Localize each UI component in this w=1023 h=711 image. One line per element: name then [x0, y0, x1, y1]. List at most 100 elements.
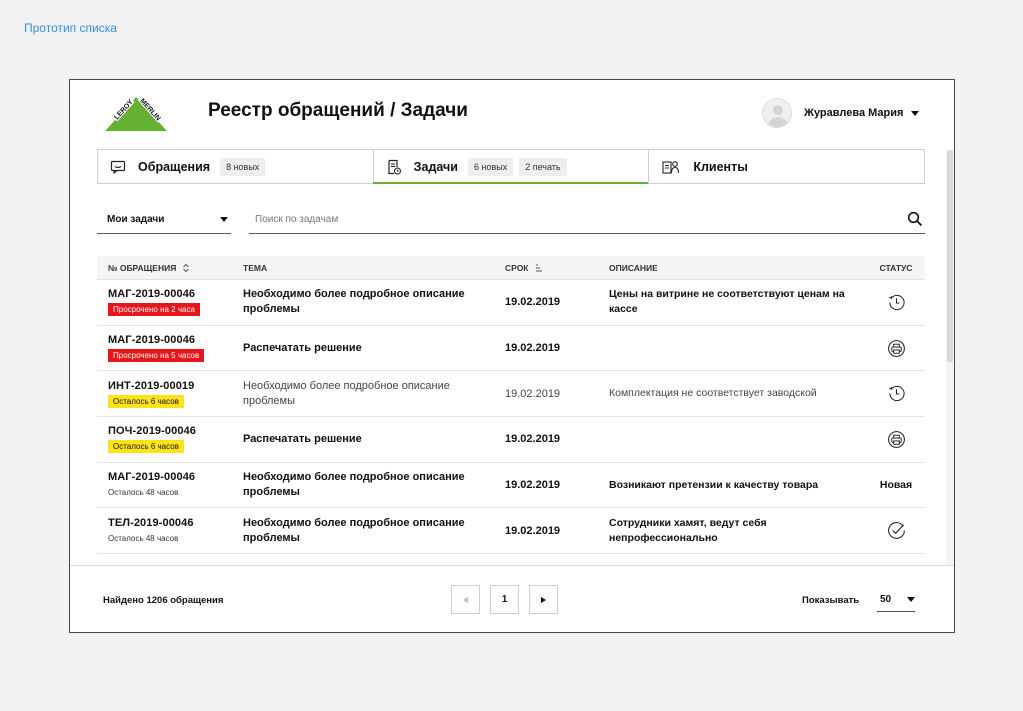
- task-document-icon: [386, 159, 402, 175]
- sort-icon[interactable]: [182, 263, 190, 273]
- clock-icon[interactable]: [887, 384, 906, 403]
- request-id[interactable]: МАГ-2019-00046: [108, 288, 243, 300]
- filter-value: Мои задачи: [107, 214, 164, 225]
- task-filter-select[interactable]: Мои задачи: [97, 205, 231, 234]
- deadline-badge: Осталось 6 часов: [108, 395, 184, 408]
- cell-number: МАГ-2019-00046 Осталось 48 часов: [97, 471, 243, 499]
- tab-badge: 6 новых: [468, 158, 513, 176]
- chat-icon: [110, 159, 126, 175]
- cell-topic: Распечатать решение: [243, 432, 505, 447]
- deadline-badge: Осталось 48 часов: [108, 532, 178, 545]
- scrollbar-thumb[interactable]: [947, 150, 953, 362]
- column-status[interactable]: СТАТУС: [867, 263, 925, 273]
- cell-number: ИНТ-2019-00019 Осталось 6 часов: [97, 380, 243, 408]
- cell-due-date: 19.02.2019: [505, 525, 609, 537]
- user-name[interactable]: Журавлева Мария: [804, 107, 903, 119]
- per-page-label: Показывать: [802, 595, 859, 606]
- results-count: Найдено 1206 обращения: [103, 595, 223, 606]
- cell-status: Новая: [867, 479, 925, 491]
- chevron-left-icon: [463, 597, 468, 603]
- deadline-badge: Осталось 6 часов: [108, 440, 184, 453]
- avatar[interactable]: [762, 98, 792, 128]
- check-circle-icon[interactable]: [887, 521, 906, 540]
- chevron-down-icon[interactable]: [220, 217, 228, 222]
- deadline-badge: Просрочено на 2 часа: [108, 303, 200, 316]
- tab-label: Задачи: [414, 160, 458, 174]
- prev-page-button[interactable]: [451, 585, 480, 614]
- tab-badge: 2 печать: [519, 158, 566, 176]
- user-menu[interactable]: Журавлева Мария: [762, 97, 919, 129]
- column-number[interactable]: № ОБРАЩЕНИЯ: [97, 263, 243, 273]
- cell-number: МАГ-2019-00046 Просрочено на 2 часа: [97, 288, 243, 316]
- table-row[interactable]: ТЕЛ-2019-00046 Осталось 48 часов Необходим…: [97, 508, 925, 554]
- cell-description: Цены на витрине не соответствуют ценам н…: [609, 287, 867, 317]
- cell-number: ТЕЛ-2019-00046 Осталось 48 часов: [97, 517, 243, 545]
- cell-number: МАГ-2019-00046 Просрочено на 5 часов: [97, 334, 243, 362]
- next-page-button[interactable]: [529, 585, 558, 614]
- table-header: № ОБРАЩЕНИЯ ТЕМА СРОК ОПИСАНИЕ СТАТУС: [97, 256, 925, 280]
- app-window: LEROY MERLIN Реестр обращений / Задачи Ж…: [69, 79, 955, 633]
- request-id[interactable]: МАГ-2019-00046: [108, 334, 243, 346]
- cell-due-date: 19.02.2019: [505, 479, 609, 491]
- cell-status: [867, 339, 925, 358]
- cell-topic: Необходимо более подробное описание проб…: [243, 470, 505, 500]
- cell-topic: Распечатать решение: [243, 341, 505, 356]
- page-title: Реестр обращений / Задачи: [208, 100, 468, 122]
- table-footer: Найдено 1206 обращения 1 Показывать 50: [70, 565, 954, 633]
- pagination: 1: [451, 585, 558, 614]
- prototype-title: Прототип списка: [24, 21, 117, 35]
- cell-due-date: 19.02.2019: [505, 342, 609, 354]
- cell-topic: Необходимо более подробное описание проб…: [243, 287, 505, 317]
- table-row[interactable]: ИНТ-2019-00019Осталось 6 часовНеобходимо…: [97, 371, 925, 417]
- table-row[interactable]: МАГ-2019-00046 Просрочено на 5 часов Распе…: [97, 326, 925, 372]
- column-description[interactable]: ОПИСАНИЕ: [609, 263, 867, 273]
- request-id[interactable]: ИНТ-2019-00019: [108, 380, 243, 392]
- column-topic[interactable]: ТЕМА: [243, 263, 505, 273]
- cell-status: [867, 430, 925, 449]
- tab-tasks[interactable]: Задачи 6 новых 2 печать: [373, 150, 649, 183]
- cell-status: [867, 521, 925, 540]
- search-icon[interactable]: [907, 211, 923, 227]
- print-icon[interactable]: [887, 430, 906, 449]
- tab-label: Обращения: [138, 160, 210, 174]
- request-id[interactable]: ПОЧ-2019-00046: [108, 425, 243, 437]
- cell-topic: Необходимо более подробное описание проб…: [243, 516, 505, 546]
- column-label: ОПИСАНИЕ: [609, 263, 658, 273]
- table-row[interactable]: МАГ-2019-00046 Просрочено на 2 часа Необхо…: [97, 280, 925, 326]
- column-label: ТЕМА: [243, 263, 267, 273]
- table-row[interactable]: МАГ-2019-00046 Осталось 48 часов Необходим…: [97, 463, 925, 509]
- column-due[interactable]: СРОК: [505, 263, 609, 273]
- cell-due-date: 19.02.2019: [505, 433, 609, 445]
- cell-status: [867, 384, 925, 403]
- sort-descending-icon[interactable]: [535, 263, 543, 273]
- search-bar: [249, 205, 925, 234]
- cell-due-date: 19.02.2019: [505, 388, 609, 400]
- cell-number: ПОЧ-2019-00046 Осталось 6 часов: [97, 425, 243, 453]
- chevron-down-icon[interactable]: [911, 111, 919, 116]
- tab-requests[interactable]: Обращения 8 новых: [98, 150, 373, 183]
- cell-description: Возникают претензии к качеству товара: [609, 478, 867, 493]
- cell-status: [867, 293, 925, 312]
- cell-due-date: 19.02.2019: [505, 296, 609, 308]
- leroy-merlin-logo[interactable]: LEROY MERLIN: [103, 93, 169, 133]
- request-id[interactable]: МАГ-2019-00046: [108, 471, 243, 483]
- search-input[interactable]: [249, 205, 907, 233]
- column-label: № ОБРАЩЕНИЯ: [108, 263, 176, 273]
- per-page-select[interactable]: 50: [877, 588, 915, 612]
- page-number-button[interactable]: 1: [490, 585, 519, 614]
- table-row[interactable]: ПОЧ-2019-00046 Осталось 6 часов Распечатат…: [97, 417, 925, 463]
- tasks-table: № ОБРАЩЕНИЯ ТЕМА СРОК ОПИСАНИЕ СТАТУС МА…: [97, 256, 925, 554]
- request-id[interactable]: ТЕЛ-2019-00046: [108, 517, 243, 529]
- column-label: СТАТУС: [880, 263, 913, 273]
- deadline-badge: Просрочено на 5 часов: [108, 349, 204, 362]
- chevron-down-icon[interactable]: [907, 597, 915, 602]
- cell-description: Комплектация не соответствует заводской: [609, 386, 867, 401]
- chevron-right-icon: [541, 597, 546, 603]
- scrollbar[interactable]: [946, 150, 954, 565]
- print-icon[interactable]: [887, 339, 906, 358]
- clock-icon[interactable]: [887, 293, 906, 312]
- status-text: Новая: [880, 479, 912, 491]
- tab-clients[interactable]: Клиенты: [648, 150, 924, 183]
- cell-description: Сотрудники хамят, ведут себя непрофессио…: [609, 516, 867, 546]
- deadline-badge: Осталось 48 часов: [108, 486, 178, 499]
